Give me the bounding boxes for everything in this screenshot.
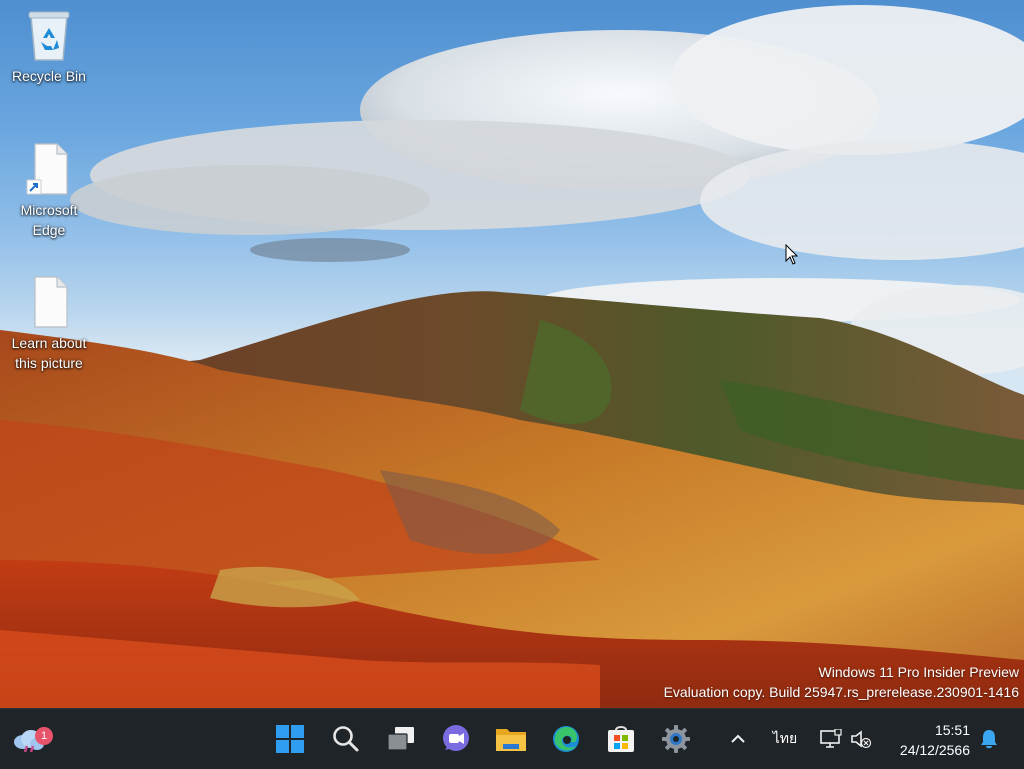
teams-chat-button[interactable] <box>436 719 476 759</box>
file-explorer-button[interactable] <box>491 719 531 759</box>
settings-button[interactable] <box>656 719 696 759</box>
clock-button[interactable]: 15:51 24/12/2566 <box>900 720 970 760</box>
document-icon <box>25 275 73 329</box>
volume-muted-icon <box>851 730 872 749</box>
input-language-button[interactable]: ไทย <box>764 719 806 759</box>
language-label: ไทย <box>772 730 798 746</box>
search-icon <box>333 726 359 752</box>
edge-shortcut-icon <box>25 142 73 196</box>
teams-chat-icon <box>443 725 469 751</box>
desktop[interactable]: Recycle Bin Microsoft Edge Learn about t… <box>0 0 1024 708</box>
network-icon <box>820 729 842 748</box>
wallpaper-landscape <box>0 5 1024 708</box>
start-button[interactable] <box>270 719 310 759</box>
watermark-edition: Windows 11 Pro Insider Preview <box>818 664 1019 680</box>
desktop-icon-learn-about-picture[interactable]: Learn about this picture <box>6 275 92 373</box>
desktop-icon-microsoft-edge[interactable]: Microsoft Edge <box>6 142 92 240</box>
file-explorer-icon <box>496 729 526 751</box>
desktop-icon-label: Microsoft Edge <box>20 202 78 238</box>
store-button[interactable] <box>601 719 641 759</box>
mouse-cursor-icon <box>785 244 799 265</box>
clock-date: 24/12/2566 <box>899 742 970 758</box>
clock-time: 15:51 <box>934 722 970 738</box>
task-view-button[interactable] <box>381 719 421 759</box>
notification-badge: 1 <box>35 727 53 745</box>
watermark-build: Evaluation copy. Build 25947.rs_prerelea… <box>663 684 1019 700</box>
settings-gear-icon <box>662 725 690 753</box>
recycle-bin-icon <box>25 8 73 62</box>
edge-button[interactable] <box>546 719 586 759</box>
task-view-icon <box>387 727 414 751</box>
desktop-icon-label: Recycle Bin <box>12 68 86 84</box>
edge-icon <box>553 726 579 752</box>
chevron-up-icon <box>731 734 745 743</box>
desktop-icon-recycle-bin[interactable]: Recycle Bin <box>6 8 92 86</box>
bell-icon <box>981 730 997 749</box>
windows-start-icon <box>276 725 304 753</box>
search-button[interactable] <box>326 719 366 759</box>
taskbar: 1 ไทย 15:51 24/12/2566 <box>0 708 1024 769</box>
quick-settings-button[interactable] <box>814 719 878 759</box>
notification-center-button[interactable] <box>974 719 1004 759</box>
store-icon <box>608 726 634 752</box>
weather-widget-button[interactable]: 1 <box>8 719 53 759</box>
tray-overflow-button[interactable] <box>718 719 758 759</box>
desktop-icon-label: Learn about this picture <box>11 335 87 371</box>
